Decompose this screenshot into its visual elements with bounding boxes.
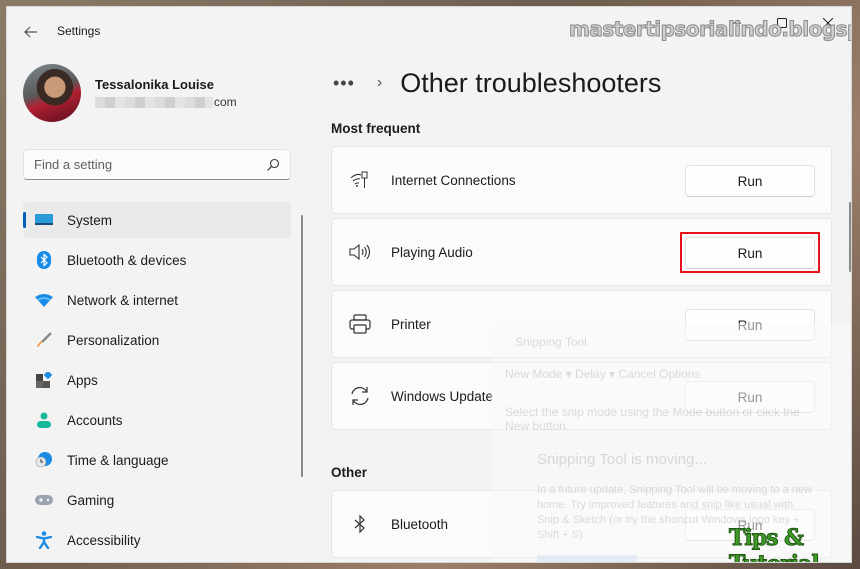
sidebar-item-personalization[interactable]: Personalization [23,322,291,358]
bluetooth-icon [34,250,54,270]
sidebar-item-label: Apps [67,372,98,388]
sidebar-item-network[interactable]: Network & internet [23,282,291,318]
profile-email: com [95,95,237,109]
troubleshooter-internet-connections: Internet Connections Run [331,146,832,214]
breadcrumb: ••• › Other troubleshooters [333,63,661,103]
redacted-email [95,96,213,108]
email-suffix: com [214,95,237,109]
main-scrollbar[interactable] [849,202,851,272]
window-controls [713,7,851,39]
sidebar-item-label: Network & internet [67,292,179,308]
gamepad-icon [34,490,54,510]
sidebar-item-label: Accounts [67,412,123,428]
troubleshooter-printer: Printer Run [331,290,832,358]
accessibility-icon [34,530,54,550]
maximize-icon [777,18,787,28]
search-input[interactable] [34,157,266,172]
troubleshooter-bluetooth: Bluetooth Run [331,490,832,558]
speaker-icon [349,241,371,263]
sidebar-item-label: System [67,212,113,228]
troubleshooter-label: Bluetooth [391,516,449,532]
troubleshooter-label: Windows Update [391,388,494,404]
minimize-icon [731,22,741,24]
search-box[interactable] [23,149,291,180]
apps-icon [34,370,54,390]
avatar [23,64,81,122]
sidebar-item-accessibility[interactable]: Accessibility [23,522,291,558]
run-button-bluetooth[interactable]: Run [685,509,815,541]
troubleshooter-label: Printer [391,316,431,332]
maximize-button[interactable] [759,7,805,39]
brush-icon [34,330,54,350]
printer-icon [349,313,371,335]
sidebar-item-label: Accessibility [67,532,141,548]
sidebar-item-bluetooth[interactable]: Bluetooth & devices [23,242,291,278]
run-button-internet-connections[interactable]: Run [685,165,815,197]
close-icon [823,18,833,28]
settings-window: Settings Tessalonika Louise com Find a s… [6,6,852,563]
page-title: Other troubleshooters [400,67,662,98]
sidebar-item-apps[interactable]: Apps [23,362,291,398]
system-icon [34,210,54,230]
sidebar-item-time-language[interactable]: Time & language [23,442,291,478]
run-button-playing-audio[interactable]: Run [685,237,815,269]
sidebar-item-label: Time & language [67,452,169,468]
wifi-icon [34,290,54,310]
person-icon [34,410,54,430]
troubleshooter-label: Internet Connections [391,172,516,188]
wifi-ethernet-icon [349,169,371,191]
app-title: Settings [57,24,101,38]
troubleshooter-windows-update: Windows Update Run [331,362,832,430]
close-button[interactable] [805,7,851,39]
sidebar-item-gaming[interactable]: Gaming [23,482,291,518]
ghost-heading: Snipping Tool is moving... [537,451,707,468]
sidebar-item-label: Gaming [67,492,115,508]
minimize-button[interactable] [713,7,759,39]
back-arrow-icon [24,26,37,38]
sidebar-scrollbar[interactable] [301,215,303,477]
sidebar-item-accounts[interactable]: Accounts [23,402,291,438]
user-profile[interactable]: Tessalonika Louise com [23,63,237,123]
breadcrumb-more-button[interactable]: ••• [333,73,355,94]
sidebar-item-label: Personalization [67,332,160,348]
search-icon [267,158,280,171]
back-button[interactable] [19,20,43,44]
globe-clock-icon [34,450,54,470]
profile-name: Tessalonika Louise [95,77,214,92]
bluetooth-icon [349,513,371,535]
chevron-right-icon: › [376,74,383,91]
section-title-most-frequent: Most frequent [331,121,421,136]
sidebar-nav: System Bluetooth & devices Network & int… [23,202,291,562]
run-button-windows-update[interactable]: Run [685,381,815,413]
sync-icon [349,385,371,407]
title-bar: Settings [7,7,851,55]
sidebar-item-label: Bluetooth & devices [67,252,187,268]
troubleshooter-playing-audio: Playing Audio Run [331,218,832,286]
troubleshooter-label: Playing Audio [391,244,473,260]
sidebar-item-system[interactable]: System [23,202,291,238]
run-button-printer[interactable]: Run [685,309,815,341]
section-title-other: Other [331,465,368,480]
